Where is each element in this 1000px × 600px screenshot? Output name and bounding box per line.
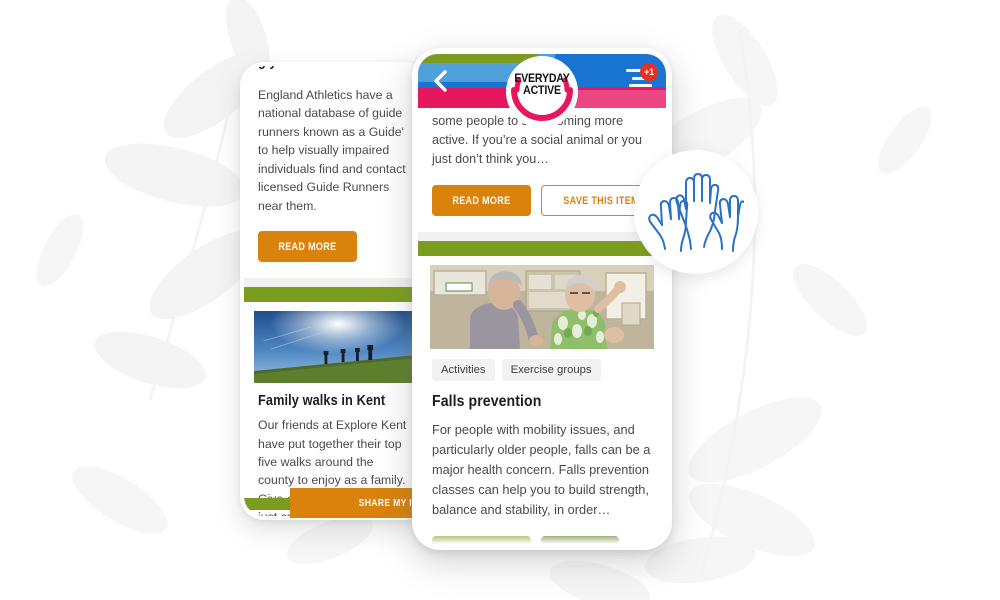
read-more-label: READ MORE: [278, 241, 337, 254]
read-more-button-guide-runners[interactable]: READ MORE: [258, 231, 357, 263]
card-gap: [418, 232, 666, 242]
tag-row: Activities Exercise groups: [432, 359, 652, 382]
raised-hands-badge: [634, 150, 758, 274]
phone-right: +1 EVERYDAY ACTIVE some people to s… …om…: [412, 48, 672, 550]
chevron-left-icon: [434, 70, 447, 92]
bottom-fade: [418, 530, 666, 544]
falls-prevention-card: Activities Exercise groups Falls prevent…: [418, 265, 666, 544]
family-walks-heading: Family walks in Kent: [258, 393, 386, 410]
spacer: [418, 256, 666, 266]
clipped-heading-remnant: g y: [244, 66, 426, 82]
logo-line-2: ACTIVE: [523, 84, 561, 97]
tag-exercise-groups[interactable]: Exercise groups: [501, 359, 601, 382]
read-more-button-social[interactable]: READ MORE: [432, 185, 531, 217]
green-divider: [244, 287, 426, 303]
spacer: [244, 302, 426, 312]
falls-prevention-body: For people with mobility issues, and par…: [432, 422, 651, 517]
falls-prevention-heading: Falls prevention: [432, 393, 542, 411]
menu-badge: +1: [640, 63, 658, 81]
hamburger-line: [629, 84, 652, 87]
save-this-item-label: SAVE THIS ITEM: [563, 195, 639, 208]
phone-left: g y England Athletics have a national da…: [240, 62, 430, 520]
raised-hands-icon: [648, 173, 744, 252]
green-divider: [418, 241, 666, 257]
everyday-active-logo: EVERYDAY ACTIVE: [506, 56, 578, 128]
guide-runners-card: England Athletics have a national databa…: [244, 82, 426, 263]
back-button[interactable]: [427, 67, 453, 95]
card-gap: [244, 278, 426, 288]
phone-right-screen: +1 EVERYDAY ACTIVE some people to s… …om…: [418, 54, 666, 544]
phone-left-screen: g y England Athletics have a national da…: [244, 66, 426, 516]
two-older-people-indoors-photo: [430, 265, 654, 350]
hamburger-menu-button[interactable]: +1: [626, 63, 658, 93]
walkers-on-hill-photo: [254, 311, 416, 384]
guide-runners-body: England Athletics have a national databa…: [258, 88, 406, 213]
family-walks-card: Family walks in Kent Our friends at Expl…: [244, 311, 426, 516]
tag-activities[interactable]: Activities: [432, 359, 495, 382]
read-more-label: READ MORE: [452, 195, 511, 208]
